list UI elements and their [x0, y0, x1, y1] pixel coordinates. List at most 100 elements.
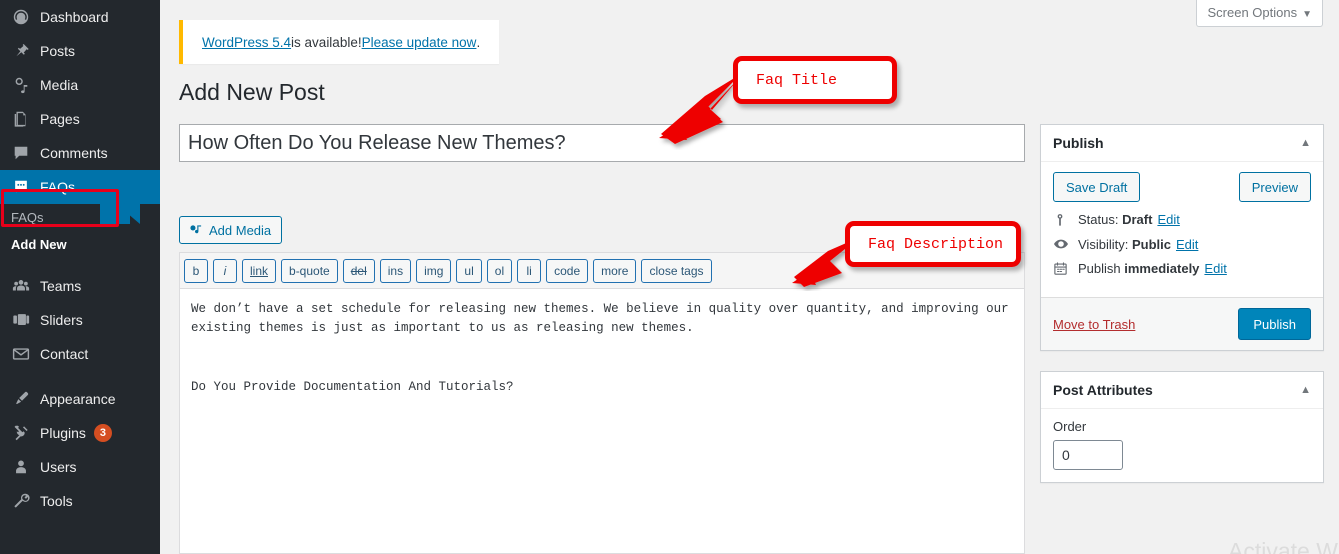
- wrench-icon: [11, 491, 31, 511]
- chevron-up-icon[interactable]: ▲: [1300, 137, 1311, 149]
- dashboard-icon: [11, 7, 31, 27]
- text-editor-container: b i link b-quote del ins img ul ol li co…: [179, 252, 1025, 554]
- media-icon: [11, 75, 31, 95]
- sidebar-item-pages[interactable]: Pages: [0, 102, 160, 136]
- screen-options-toggle[interactable]: Screen Options ▼: [1196, 0, 1323, 27]
- comment-icon: [11, 143, 31, 163]
- sidebar-item-label: Comments: [40, 145, 108, 161]
- sidebar-item-label: Contact: [40, 346, 89, 362]
- sidebar-item-media[interactable]: Media: [0, 68, 160, 102]
- qt-button-ol[interactable]: ol: [486, 258, 513, 283]
- qt-button-italic[interactable]: i: [213, 258, 237, 283]
- save-draft-button[interactable]: Save Draft: [1053, 172, 1141, 202]
- annotation-label: Faq Description: [868, 235, 1004, 253]
- sidebar-item-plugins[interactable]: Plugins 3: [0, 416, 160, 450]
- update-notice: WordPress 5.4 is available! Please updat…: [179, 20, 499, 64]
- sidebar-item-teams[interactable]: Teams: [0, 269, 160, 303]
- chevron-up-icon[interactable]: ▲: [1300, 384, 1311, 396]
- sidebar-item-label: Sliders: [40, 312, 83, 328]
- post-attributes-body: Order: [1041, 409, 1323, 482]
- publish-box-header: Publish ▲: [1041, 125, 1323, 162]
- notice-end-text: .: [476, 34, 481, 50]
- user-icon: [11, 457, 31, 477]
- wordpress-admin-screen: Dashboard Posts Media Pages Comments FAQ…: [0, 0, 1339, 554]
- wordpress-version-link[interactable]: WordPress 5.4: [202, 35, 291, 50]
- sidebar-item-label: Media: [40, 77, 79, 93]
- plug-icon: [11, 423, 31, 443]
- qt-button-more[interactable]: more: [593, 258, 637, 283]
- publish-box-body: Save Draft Preview Status: Draft Edit Vi…: [1041, 162, 1323, 297]
- screen-options-label: Screen Options: [1207, 5, 1298, 20]
- sidebar-subitem-add-new[interactable]: Add New: [0, 231, 160, 258]
- sidebar-item-comments[interactable]: Comments: [0, 136, 160, 170]
- qt-button-ul[interactable]: ul: [456, 258, 482, 283]
- sidebar-item-label: FAQs: [40, 179, 76, 195]
- sidebar-item-label: Pages: [40, 111, 80, 127]
- move-to-trash-link[interactable]: Move to Trash: [1053, 317, 1135, 332]
- sidebar-item-label: Posts: [40, 43, 76, 59]
- annotation-label: Faq Title: [756, 71, 838, 89]
- sidebar-item-label: Plugins: [40, 425, 86, 441]
- slider-icon: [11, 310, 31, 330]
- publish-major-actions: Move to Trash Publish: [1041, 297, 1323, 350]
- qt-button-img[interactable]: img: [416, 258, 452, 283]
- sidebar-item-contact[interactable]: Contact: [0, 337, 160, 371]
- qt-button-ins[interactable]: ins: [379, 258, 412, 283]
- sidebar-item-users[interactable]: Users: [0, 450, 160, 484]
- qt-button-li[interactable]: li: [517, 258, 542, 283]
- eye-icon: [1053, 236, 1073, 252]
- update-now-link[interactable]: Please update now: [362, 35, 477, 50]
- post-attributes-box: Post Attributes ▲ Order: [1040, 371, 1324, 483]
- post-title-input[interactable]: [179, 124, 1025, 162]
- publish-button[interactable]: Publish: [1238, 308, 1311, 340]
- activate-windows-watermark: Activate Windows: [1228, 538, 1339, 554]
- sidebar-separator: [0, 371, 160, 382]
- notice-middle-text: is available!: [291, 34, 362, 50]
- sidebar-separator: [0, 258, 160, 269]
- visibility-label: Visibility:: [1078, 236, 1129, 252]
- sidebar-item-appearance[interactable]: Appearance: [0, 382, 160, 416]
- publish-box: Publish ▲ Save Draft Preview Status: Dra…: [1040, 124, 1324, 351]
- qt-button-code[interactable]: code: [546, 258, 589, 283]
- post-content-textarea[interactable]: We don’t have a set schedule for releasi…: [180, 289, 1024, 553]
- pin-icon: [11, 41, 31, 61]
- sidebar-item-label: Tools: [40, 493, 73, 509]
- admin-sidebar: Dashboard Posts Media Pages Comments FAQ…: [0, 0, 160, 554]
- sidebar-item-tools[interactable]: Tools: [0, 484, 160, 518]
- annotation-faq-description: Faq Description: [845, 221, 1021, 267]
- sidebar-item-label: Dashboard: [40, 9, 109, 25]
- qt-button-blockquote[interactable]: b-quote: [281, 258, 338, 283]
- add-media-icon: [188, 223, 203, 238]
- visibility-row: Visibility: Public Edit: [1053, 236, 1311, 252]
- visibility-edit-link[interactable]: Edit: [1176, 237, 1198, 252]
- sidebar-item-dashboard[interactable]: Dashboard: [0, 0, 160, 34]
- add-media-label: Add Media: [209, 222, 272, 238]
- status-edit-link[interactable]: Edit: [1157, 212, 1179, 227]
- annotation-faq-title: Faq Title: [733, 56, 897, 104]
- preview-button[interactable]: Preview: [1238, 172, 1311, 202]
- pages-icon: [11, 109, 31, 129]
- publish-date-row: Publish immediately Edit: [1053, 261, 1311, 276]
- publish-date-label: Publish: [1078, 261, 1121, 276]
- envelope-icon: [11, 344, 31, 364]
- sidebar-item-sliders[interactable]: Sliders: [0, 303, 160, 337]
- qt-button-del[interactable]: del: [342, 258, 375, 283]
- sidebar-item-posts[interactable]: Posts: [0, 34, 160, 68]
- qt-button-link[interactable]: link: [242, 258, 277, 283]
- sidebar-item-label: Appearance: [40, 391, 116, 407]
- post-attributes-title: Post Attributes: [1053, 382, 1153, 398]
- faqs-active-arrow: [120, 190, 140, 224]
- status-value: Draft: [1122, 212, 1153, 227]
- group-icon: [11, 276, 31, 296]
- status-row: Status: Draft Edit: [1053, 212, 1311, 227]
- calendar-icon: [1053, 261, 1073, 276]
- order-input[interactable]: [1053, 440, 1123, 470]
- qt-button-close-tags[interactable]: close tags: [641, 258, 712, 283]
- qt-button-bold[interactable]: b: [184, 258, 208, 283]
- publish-date-edit-link[interactable]: Edit: [1204, 261, 1226, 276]
- chevron-down-icon: ▼: [1302, 9, 1312, 20]
- order-label: Order: [1053, 419, 1087, 434]
- brush-icon: [11, 389, 31, 409]
- add-media-button[interactable]: Add Media: [179, 216, 283, 244]
- pin-status-icon: [1053, 213, 1073, 227]
